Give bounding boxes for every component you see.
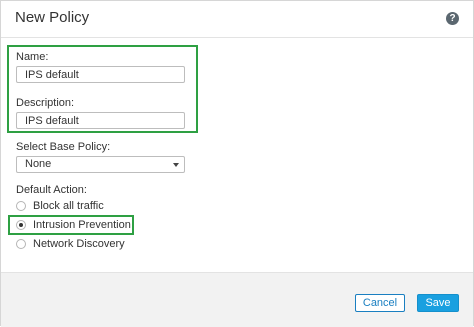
radio-label: Block all traffic [33,200,104,212]
radio-button[interactable] [16,239,26,249]
base-policy-selected-value: None [25,158,52,170]
chevron-down-icon [173,163,179,167]
default-action-label: Default Action: [16,184,87,196]
help-icon[interactable]: ? [446,12,459,25]
save-button[interactable]: Save [417,294,459,312]
dialog-header: New Policy ? [1,1,473,38]
description-field[interactable] [16,112,185,129]
radio-button-selected[interactable] [16,220,26,230]
dialog-title: New Policy [15,9,90,26]
name-label: Name: [16,51,49,63]
new-policy-dialog: New Policy ? Name: Description: Select B… [0,0,474,327]
radio-label: Network Discovery [33,238,125,250]
base-policy-label: Select Base Policy: [16,141,111,153]
base-policy-select[interactable]: None [16,156,185,173]
radio-button[interactable] [16,201,26,211]
cancel-button[interactable]: Cancel [355,294,405,312]
dialog-footer: Cancel Save [1,272,473,327]
radio-label: Intrusion Prevention [33,219,131,231]
description-label: Description: [16,97,75,109]
name-field[interactable] [16,66,185,83]
